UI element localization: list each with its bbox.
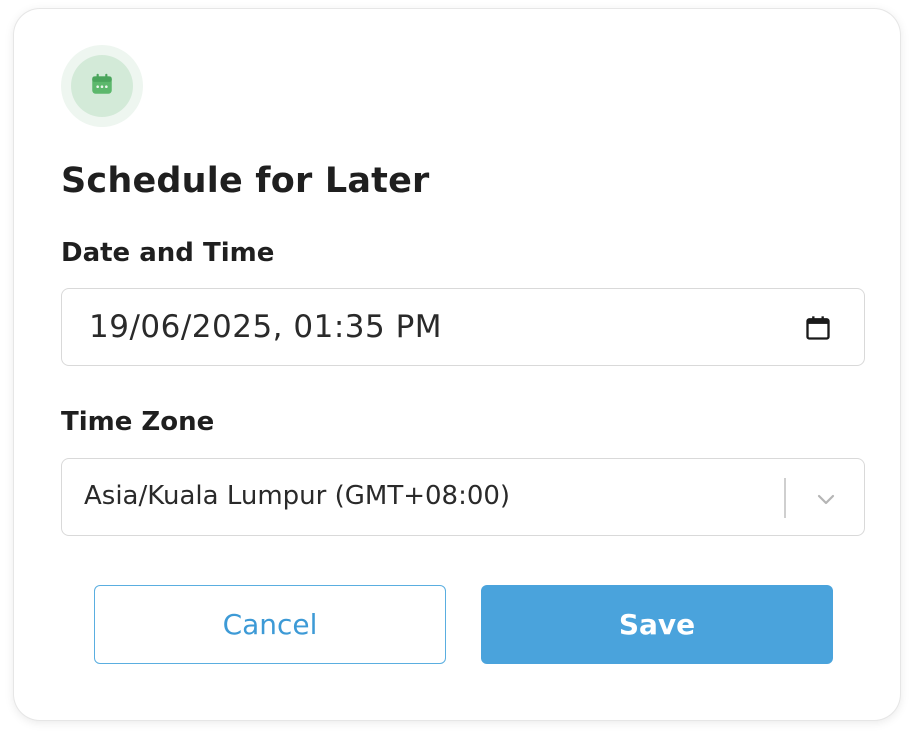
date-time-value: 19/06/2025, 01:35 PM <box>89 309 443 345</box>
time-zone-select[interactable]: Asia/Kuala Lumpur (GMT+08:00) <box>61 458 865 536</box>
header-icon-badge <box>61 45 143 127</box>
date-time-label: Date and Time <box>61 238 275 268</box>
header-icon-circle <box>71 55 133 117</box>
calendar-icon <box>89 71 115 101</box>
save-button[interactable]: Save <box>481 585 833 664</box>
time-zone-value: Asia/Kuala Lumpur (GMT+08:00) <box>84 481 511 511</box>
calendar-picker-icon[interactable] <box>802 312 834 344</box>
time-zone-label: Time Zone <box>61 407 215 437</box>
date-time-input[interactable]: 19/06/2025, 01:35 PM <box>61 288 865 366</box>
dialog-title: Schedule for Later <box>61 161 430 201</box>
select-divider <box>784 478 786 518</box>
cancel-button[interactable]: Cancel <box>94 585 446 664</box>
chevron-down-icon[interactable] <box>812 485 840 513</box>
schedule-dialog: Schedule for Later Date and Time 19/06/2… <box>14 9 900 720</box>
